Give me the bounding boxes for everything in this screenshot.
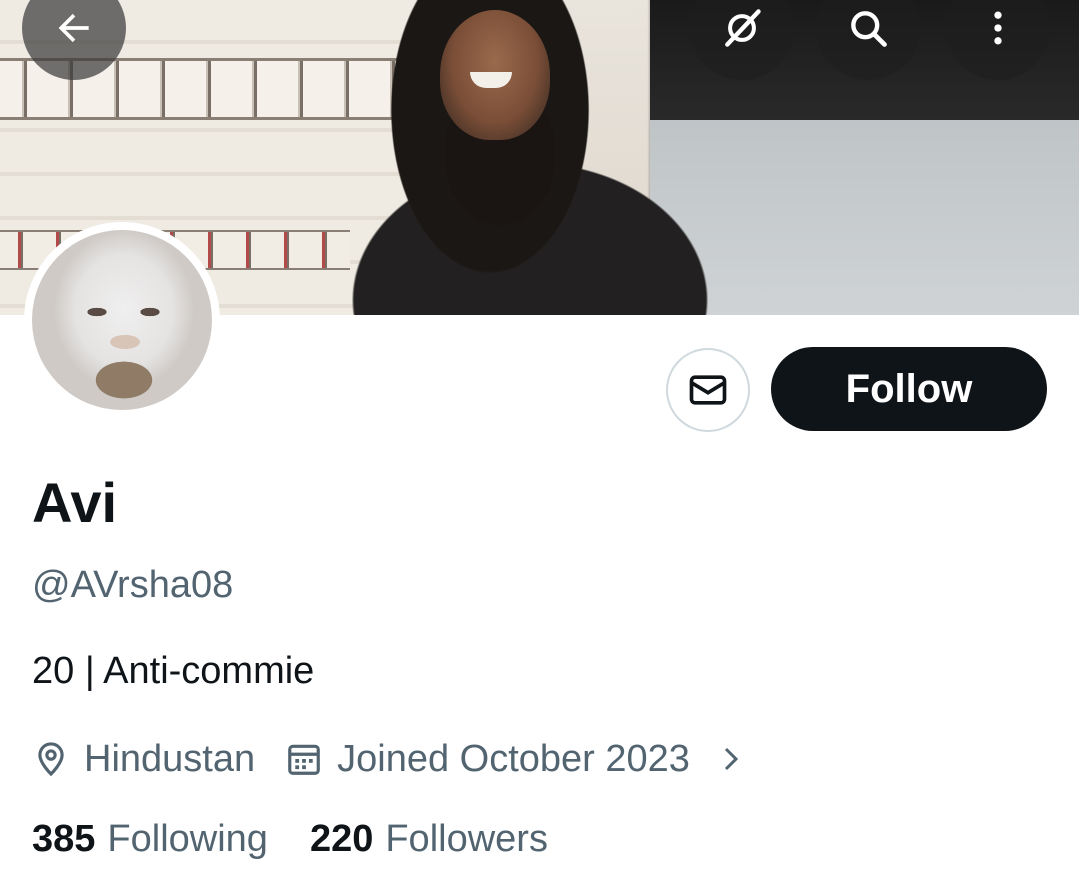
- profile-name: Avi: [32, 471, 118, 534]
- following-label: Following: [107, 818, 268, 860]
- more-vertical-icon: [994, 11, 1002, 45]
- following-count: 385: [32, 818, 96, 860]
- profile-stats: 385 Following 220 Followers: [32, 818, 548, 861]
- arrow-left-icon: [58, 13, 89, 43]
- joined-item[interactable]: Joined October 2023: [285, 738, 746, 781]
- profile-handle: @AVrsha08: [32, 564, 234, 606]
- grok-icon: [725, 9, 761, 47]
- avatar-cat-nose: [110, 335, 140, 349]
- location-text: Hindustan: [84, 737, 256, 780]
- joined-text: Joined October 2023: [337, 737, 690, 780]
- profile-bio: 20 | Anti-commie: [32, 650, 315, 692]
- followers-label: Followers: [385, 818, 548, 860]
- location-pin-icon: [38, 742, 64, 777]
- followers-count: 220: [309, 818, 374, 860]
- search-icon: [851, 11, 887, 47]
- avatar-image: [32, 230, 212, 410]
- follow-button[interactable]: Follow: [771, 347, 1047, 431]
- avatar[interactable]: [24, 222, 220, 418]
- following-link[interactable]: 385 Following: [32, 818, 268, 861]
- message-button[interactable]: [666, 348, 750, 432]
- profile-meta: Hindustan Joined October 2023: [32, 734, 746, 784]
- followers-link[interactable]: 220 Followers: [310, 818, 548, 861]
- location-item: Hindustan: [32, 738, 255, 781]
- envelope-icon: [689, 375, 727, 405]
- chevron-right-icon: [724, 747, 739, 771]
- calendar-icon: [288, 744, 320, 775]
